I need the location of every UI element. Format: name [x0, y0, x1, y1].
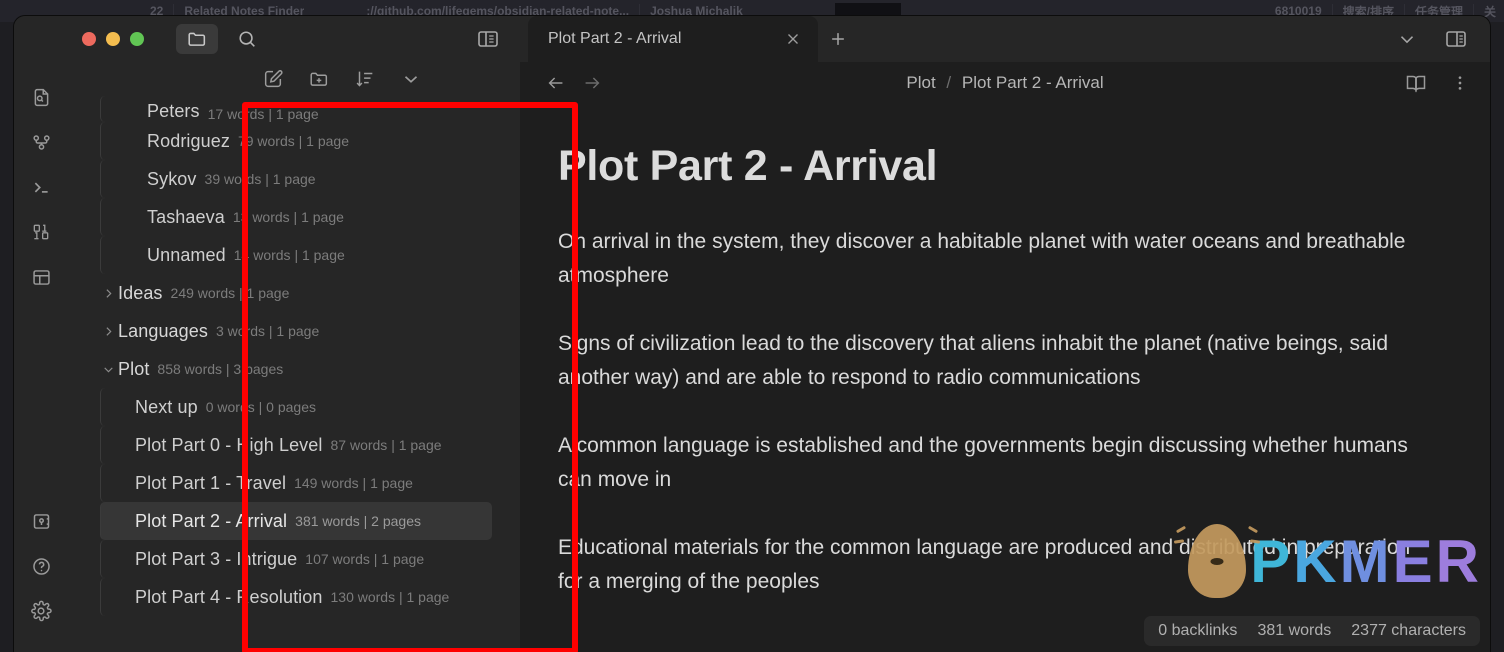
status-characters: 2377 characters	[1351, 622, 1466, 639]
folder-icon[interactable]	[176, 24, 218, 54]
left-sidebar-toggle-icon[interactable]	[476, 27, 500, 51]
tree-item-title: Plot	[118, 358, 150, 379]
tree-item-meta: 13 words | 1 page	[232, 209, 344, 225]
tree-file-row[interactable]: Next up 0 words | 0 pages	[100, 388, 492, 426]
tree-item-meta: 107 words | 1 page	[305, 551, 425, 567]
search-icon[interactable]	[228, 24, 266, 54]
tree-file-row[interactable]: Unnamed 14 words | 1 page	[100, 236, 492, 274]
status-backlinks[interactable]: 0 backlinks	[1158, 622, 1237, 640]
tab-bar-right-controls	[1396, 16, 1490, 62]
tree-item-meta: 39 words | 1 page	[204, 171, 316, 187]
note-paragraph: A common language is established and the…	[558, 434, 1408, 491]
tree-item-title: Plot Part 2 - Arrival	[135, 510, 288, 531]
file-search-icon[interactable]	[22, 78, 60, 116]
tree-item-title: Rodriguez	[147, 130, 230, 151]
arrow-left-icon[interactable]	[538, 72, 574, 94]
new-note-icon[interactable]	[262, 68, 284, 90]
tree-file-row[interactable]: Tashaeva 13 words | 1 page	[100, 198, 492, 236]
binary-icon[interactable]	[22, 213, 60, 251]
layout-icon[interactable]	[22, 258, 60, 296]
new-folder-icon[interactable]	[308, 68, 330, 90]
view-header: Plot / Plot Part 2 - Arrival	[520, 62, 1490, 104]
tab-plot-part-2-arrival[interactable]: Plot Part 2 - Arrival	[528, 16, 818, 62]
breadcrumb-separator: /	[946, 73, 952, 92]
main-content-area: Plot Part 2 - Arrival Plot / Plot Part 2…	[520, 16, 1490, 652]
right-sidebar-toggle-icon[interactable]	[1444, 27, 1468, 51]
more-vertical-icon[interactable]	[1450, 73, 1470, 93]
tree-item-title: Plot Part 4 - Resolution	[135, 586, 323, 607]
tree-item-meta: 79 words | 1 page	[237, 133, 349, 149]
tree-item-title: Ideas	[118, 282, 163, 303]
tree-item-title: Plot Part 0 - High Level	[135, 434, 323, 455]
tree-file-row[interactable]: Plot Part 3 - Intrigue 107 words | 1 page	[100, 540, 492, 578]
breadcrumb-parent[interactable]: Plot	[906, 73, 935, 92]
status-words: 381 words	[1257, 622, 1332, 639]
explorer-titlebar	[68, 16, 520, 62]
tree-file-row[interactable]: Plot Part 1 - Travel 149 words | 1 page	[100, 464, 492, 502]
tree-item-meta: 87 words | 1 page	[330, 437, 442, 453]
tree-item-meta: 130 words | 1 page	[330, 589, 450, 605]
chevron-right-icon[interactable]	[100, 325, 116, 338]
obsidian-window: Peters 17 words | 1 page Rodriguez 79 words…	[14, 16, 1490, 652]
tree-item-meta: 14 words | 1 page	[233, 247, 345, 263]
page-title: Plot Part 2 - Arrival	[558, 142, 938, 190]
tree-item-title: Tashaeva	[147, 206, 225, 227]
tree-folder-row[interactable]: Languages 3 words | 1 page	[90, 312, 492, 350]
maximize-window-button[interactable]	[130, 32, 144, 46]
tree-item-meta: 3 words | 1 page	[216, 323, 320, 339]
tree-item-meta: 381 words | 2 pages	[295, 513, 421, 529]
tab-bar: Plot Part 2 - Arrival	[520, 16, 1490, 62]
tree-file-row[interactable]: Sykov 39 words | 1 page	[100, 160, 492, 198]
tree-folder-row[interactable]: Plot 858 words | 3 pages	[90, 350, 492, 388]
terminal-icon[interactable]	[22, 168, 60, 206]
note-paragraph: Educational materials for the common lan…	[558, 536, 1411, 593]
tree-item-title: Languages	[118, 320, 208, 341]
file-tree[interactable]: Peters 17 words | 1 page Rodriguez 79 words…	[68, 96, 520, 652]
tree-item-meta: 149 words | 1 page	[294, 475, 413, 491]
minimize-window-button[interactable]	[106, 32, 120, 46]
tree-file-row[interactable]: Plot Part 2 - Arrival 381 words | 2 pages	[100, 502, 492, 540]
note-editor[interactable]: Plot Part 2 - Arrival On arrival in the …	[520, 104, 1490, 652]
left-ribbon	[14, 16, 68, 652]
note-paragraph: On arrival in the system, they discover …	[558, 230, 1406, 287]
tree-item-meta: 17 words | 1 page	[207, 106, 319, 122]
book-open-icon[interactable]	[1404, 71, 1428, 95]
tree-item-meta: 858 words | 3 pages	[157, 361, 284, 377]
view-header-actions	[1404, 71, 1470, 95]
note-paragraph: Signs of civilization lead to the discov…	[558, 332, 1388, 389]
plus-icon[interactable]	[818, 16, 858, 62]
tree-file-row[interactable]: Plot Part 0 - High Level 87 words | 1 pag…	[100, 426, 492, 464]
graph-view-icon[interactable]	[22, 123, 60, 161]
explorer-toolbar	[68, 62, 520, 96]
tree-folder-row[interactable]: Ideas 249 words | 1 page	[90, 274, 492, 312]
arrow-right-icon[interactable]	[574, 72, 610, 94]
help-icon[interactable]	[22, 547, 60, 585]
settings-gear-icon[interactable]	[22, 592, 60, 630]
tree-file-row[interactable]: Peters 17 words | 1 page	[100, 96, 492, 122]
chevron-down-icon[interactable]	[1396, 28, 1418, 50]
tree-item-title: Next up	[135, 396, 198, 417]
status-bar: 0 backlinks 381 words 2377 characters	[1144, 616, 1480, 646]
chevron-down-icon[interactable]	[100, 363, 116, 376]
tree-item-title: Plot Part 3 - Intrigue	[135, 548, 298, 569]
tree-item-title: Sykov	[147, 168, 197, 189]
tree-file-row[interactable]: Plot Part 4 - Resolution 130 words | 1 pa…	[100, 578, 492, 616]
collapse-all-icon[interactable]	[400, 68, 422, 90]
close-window-button[interactable]	[82, 32, 96, 46]
tree-item-title: Unnamed	[147, 244, 226, 265]
tree-item-meta: 249 words | 1 page	[170, 285, 290, 301]
tree-file-row[interactable]: Rodriguez 79 words | 1 page	[100, 122, 492, 160]
close-icon[interactable]	[784, 30, 802, 48]
file-explorer-pane: Peters 17 words | 1 page Rodriguez 79 words…	[68, 16, 578, 652]
sort-icon[interactable]	[354, 68, 376, 90]
breadcrumb: Plot / Plot Part 2 - Arrival	[520, 73, 1490, 93]
tree-item-title: Peters	[147, 101, 200, 121]
vault-icon[interactable]	[22, 502, 60, 540]
breadcrumb-current[interactable]: Plot Part 2 - Arrival	[962, 73, 1104, 92]
tree-item-meta: 0 words | 0 pages	[205, 399, 316, 415]
tab-label: Plot Part 2 - Arrival	[548, 30, 682, 47]
chevron-right-icon[interactable]	[100, 287, 116, 300]
tree-item-title: Plot Part 1 - Travel	[135, 472, 287, 493]
